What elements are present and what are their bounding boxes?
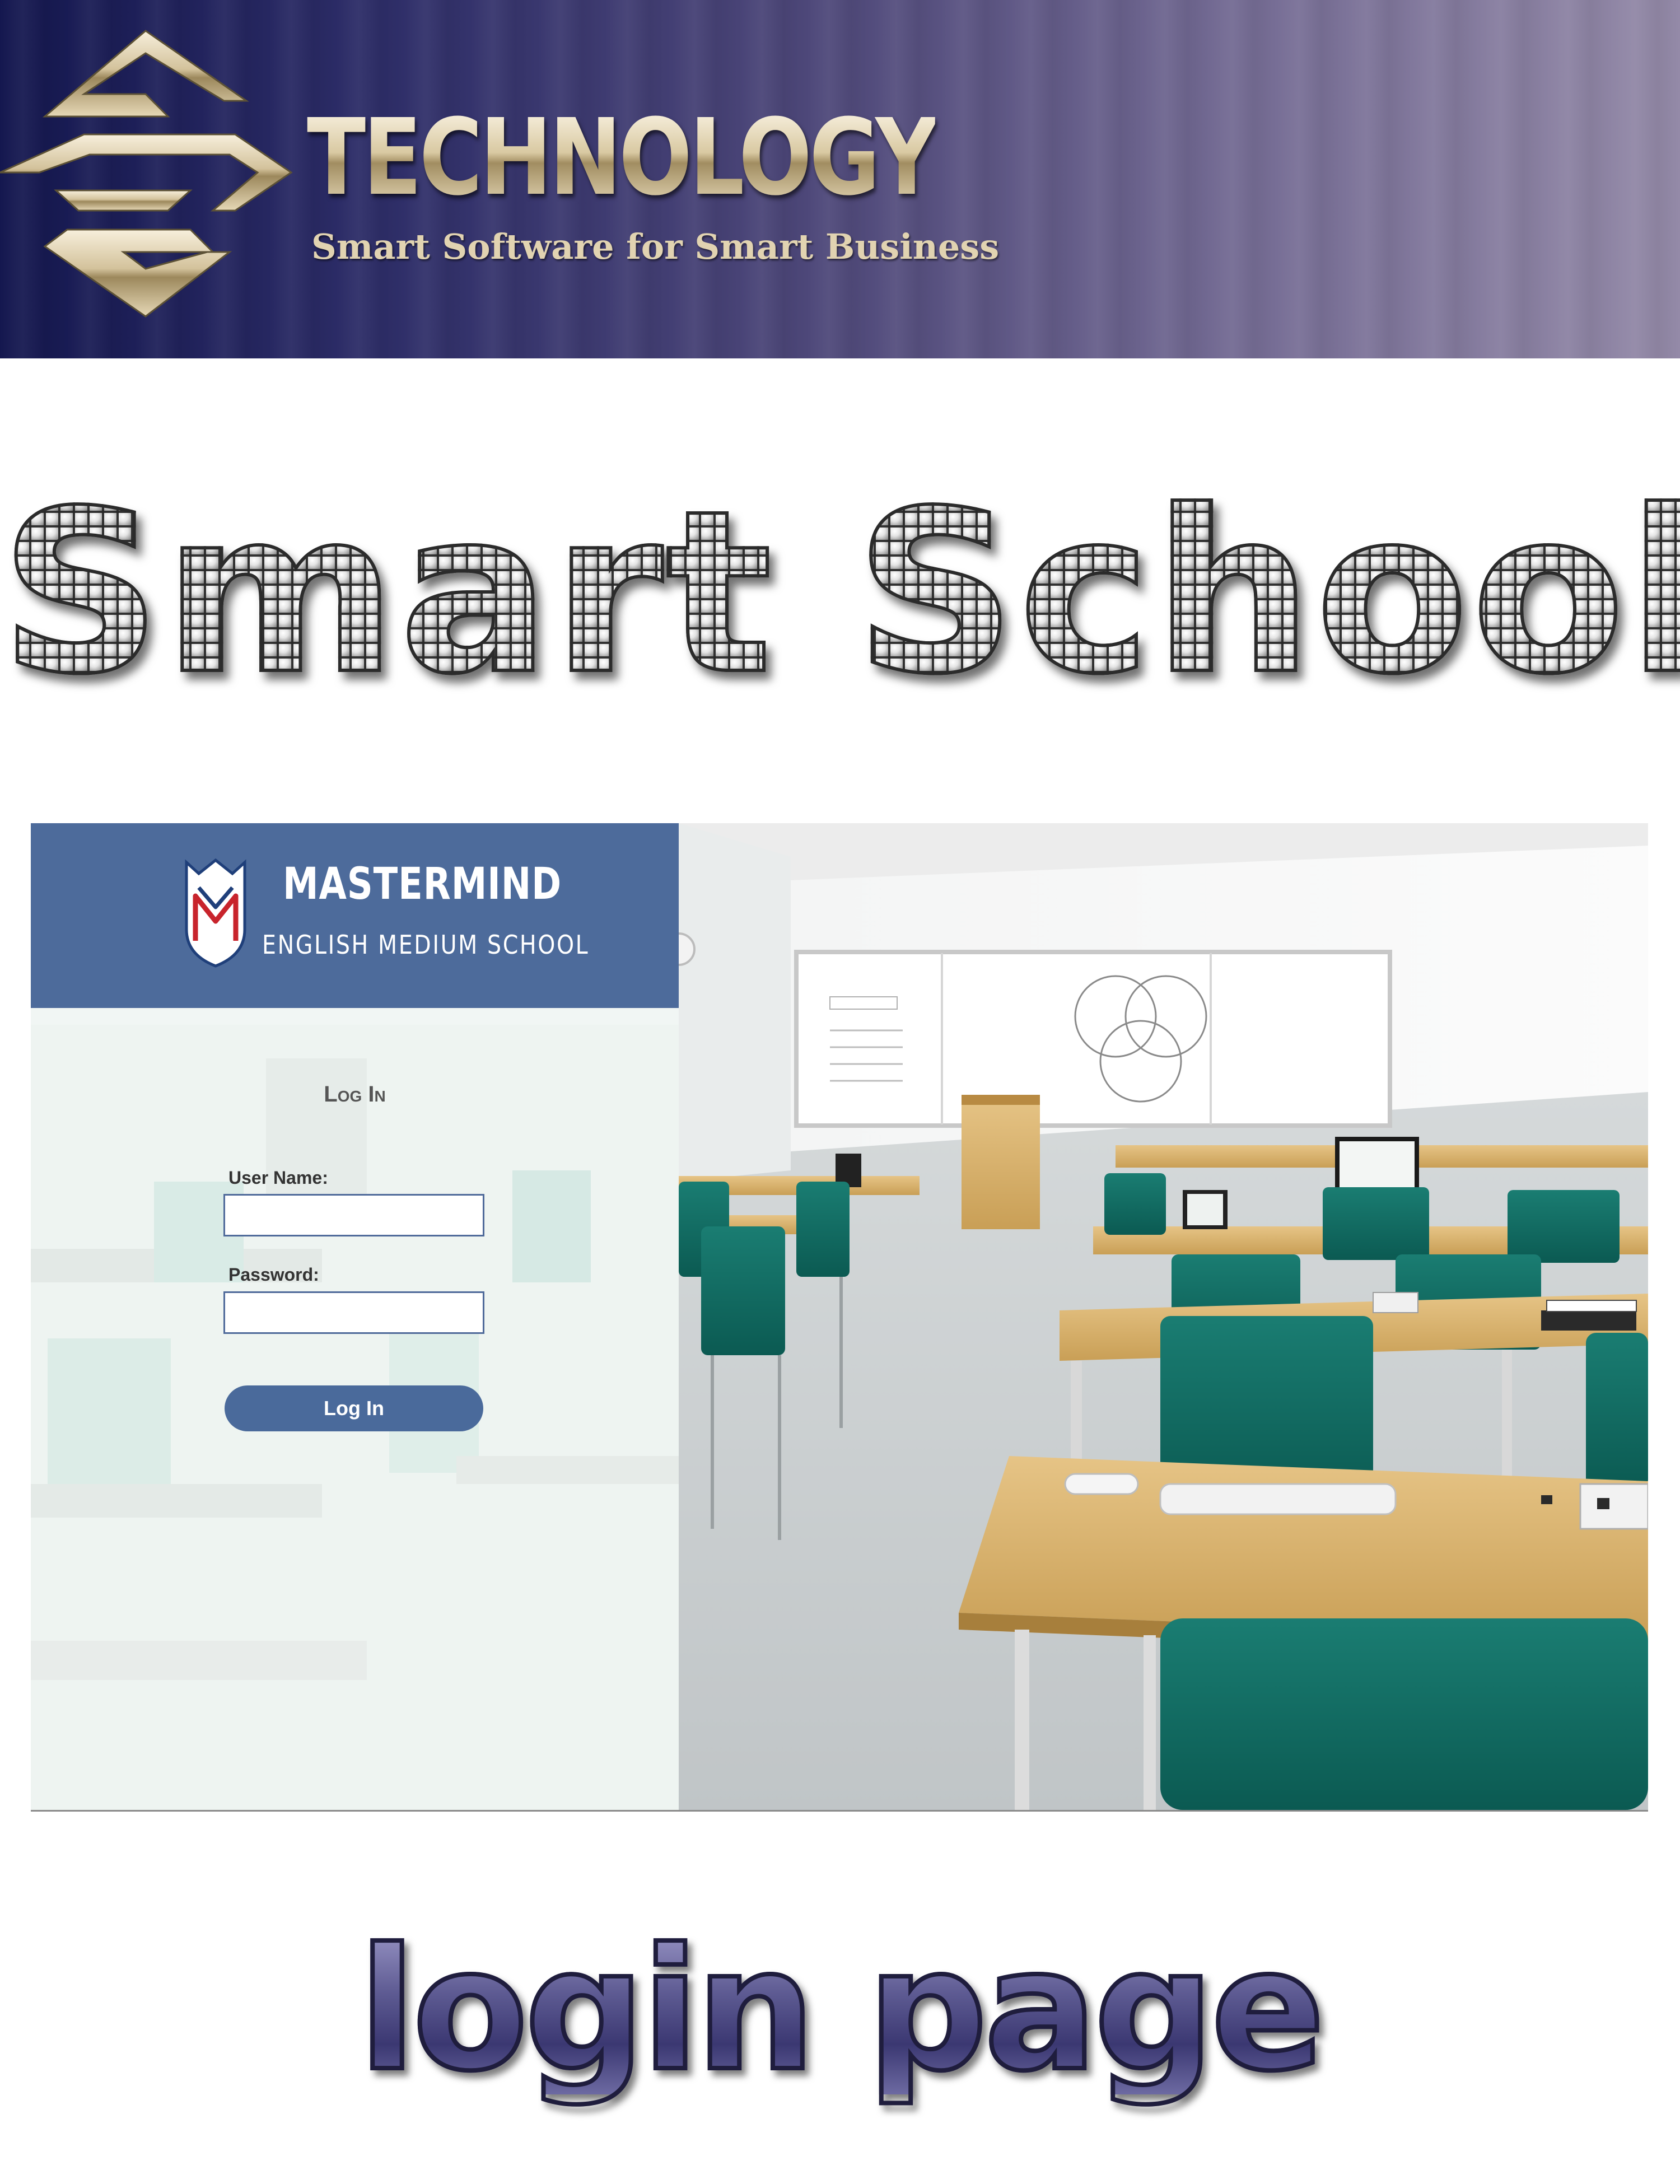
page-caption: login page — [0, 1924, 1680, 2097]
header-banner: TECHNOLOGY Smart Software for Smart Busi… — [0, 0, 1680, 358]
password-label: Password: — [228, 1264, 319, 1285]
brand-name: TECHNOLOGY — [307, 96, 938, 219]
school-name: MASTERMIND — [283, 859, 562, 909]
school-header: MASTERMIND ENGLISH MEDIUM SCHOOL — [31, 823, 679, 1008]
classroom-photo — [679, 823, 1648, 1810]
login-heading: Log In — [324, 1082, 386, 1107]
login-button[interactable]: Log In — [225, 1385, 483, 1431]
school-subtitle: ENGLISH MEDIUM SCHOOL — [262, 930, 590, 960]
password-input[interactable] — [223, 1291, 484, 1334]
stacked-s-diamond-logo — [0, 30, 293, 318]
login-screenshot: MASTERMIND ENGLISH MEDIUM SCHOOL Log In … — [31, 823, 1648, 1812]
hero-title: Smart School — [0, 463, 1680, 724]
username-label: User Name: — [228, 1168, 328, 1188]
brand-tagline: Smart Software for Smart Business — [311, 226, 1000, 267]
username-input[interactable] — [223, 1194, 484, 1236]
school-crest-icon — [185, 858, 246, 968]
login-panel: MASTERMIND ENGLISH MEDIUM SCHOOL Log In … — [31, 823, 679, 1810]
